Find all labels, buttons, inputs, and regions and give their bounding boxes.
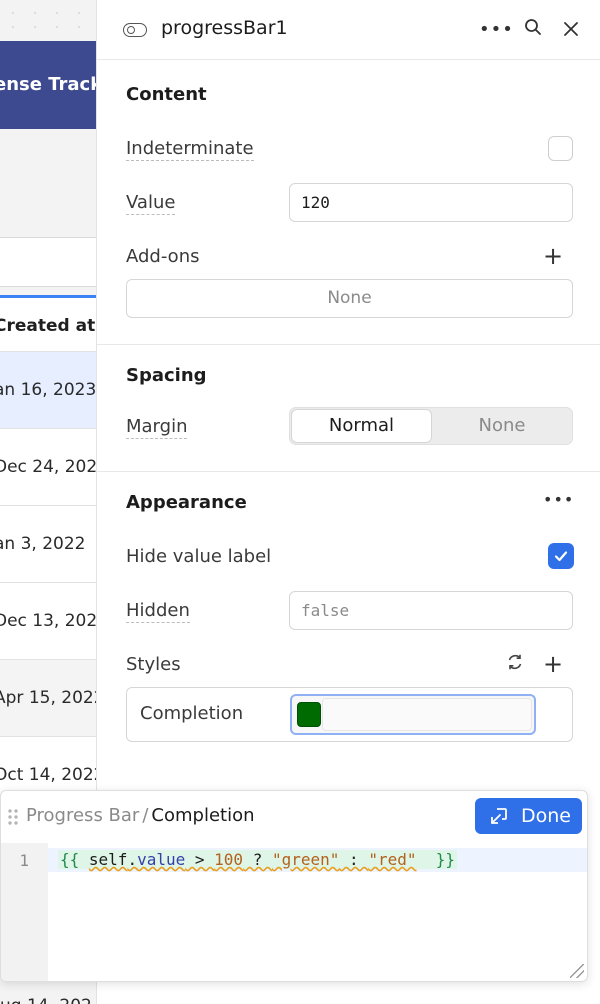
panel-header: progressBar1 ••• — [97, 0, 600, 60]
margin-option-none[interactable]: None — [432, 409, 572, 443]
data-table: Created at an 16, 2023 Dec 24, 2022 an 3… — [0, 295, 97, 814]
table-row-partial: ug 14, 202 — [0, 996, 92, 1004]
indeterminate-checkbox[interactable] — [548, 136, 573, 161]
color-swatch[interactable] — [297, 702, 321, 727]
table-row[interactable]: an 3, 2022 — [0, 506, 97, 583]
breadcrumb-separator: / — [142, 805, 149, 826]
code-expression[interactable]: {{ self.value > 100 ? "green" : "red" }} — [58, 850, 458, 869]
app-header: ense Track — [0, 41, 97, 129]
hide-value-checkbox[interactable] — [548, 543, 574, 569]
drag-handle-icon[interactable] — [7, 808, 19, 826]
reset-styles-icon[interactable] — [506, 652, 524, 676]
styles-list: Completion — [126, 687, 573, 742]
code-editor-popup: Progress Bar / Completion Done 1 {{ self.v… — [0, 790, 588, 982]
addons-empty[interactable]: None — [126, 279, 573, 318]
breadcrumb-current: Completion — [151, 805, 255, 826]
hidden-label: Hidden — [126, 600, 190, 623]
value-input[interactable]: 120 — [289, 183, 573, 222]
margin-label: Margin — [126, 416, 188, 439]
done-button[interactable]: Done — [475, 798, 582, 834]
table-row[interactable]: Dec 13, 2022 — [0, 583, 97, 660]
margin-option-normal[interactable]: Normal — [291, 409, 432, 443]
more-icon[interactable]: ••• — [479, 18, 513, 42]
value-label: Value — [126, 192, 176, 215]
appearance-heading: Appearance — [126, 492, 247, 513]
hidden-input[interactable]: false — [289, 591, 573, 630]
add-style-icon[interactable]: + — [543, 651, 563, 677]
hide-value-label: Hide value label — [126, 546, 272, 567]
spacing-heading: Spacing — [126, 365, 207, 386]
toggle-icon — [123, 23, 147, 37]
table-row[interactable]: Apr 15, 2022 — [0, 660, 97, 737]
canvas-grid-dots — [0, 0, 97, 40]
breadcrumb: Progress Bar / Completion — [26, 805, 255, 826]
table-row[interactable]: an 16, 2023 — [0, 352, 97, 429]
table-row[interactable]: Dec 24, 2022 — [0, 429, 97, 506]
breadcrumb-parent[interactable]: Progress Bar — [26, 805, 139, 826]
table-search-bar[interactable] — [0, 237, 97, 287]
appearance-more-icon[interactable]: ••• — [543, 490, 574, 509]
done-label: Done — [521, 805, 571, 827]
styles-label: Styles — [126, 654, 181, 675]
search-icon[interactable] — [521, 18, 545, 42]
collapse-icon — [491, 808, 507, 824]
app-header-title: ense Track — [0, 74, 97, 95]
close-icon[interactable] — [559, 18, 583, 42]
completion-style-label: Completion — [140, 703, 244, 724]
addons-label: Add-ons — [126, 246, 200, 267]
column-header-created-at[interactable]: Created at — [0, 298, 97, 352]
content-heading: Content — [126, 84, 207, 105]
completion-color-input[interactable] — [290, 694, 536, 735]
add-addon-icon[interactable]: + — [543, 243, 563, 269]
editor-header: Progress Bar / Completion Done — [1, 791, 587, 843]
line-number: 1 — [19, 851, 29, 870]
resize-handle-icon[interactable] — [570, 964, 584, 978]
indeterminate-label: Indeterminate — [126, 138, 254, 161]
color-value-field[interactable] — [322, 698, 532, 731]
component-name[interactable]: progressBar1 — [161, 17, 288, 39]
margin-segmented-control: Normal None — [289, 407, 573, 445]
